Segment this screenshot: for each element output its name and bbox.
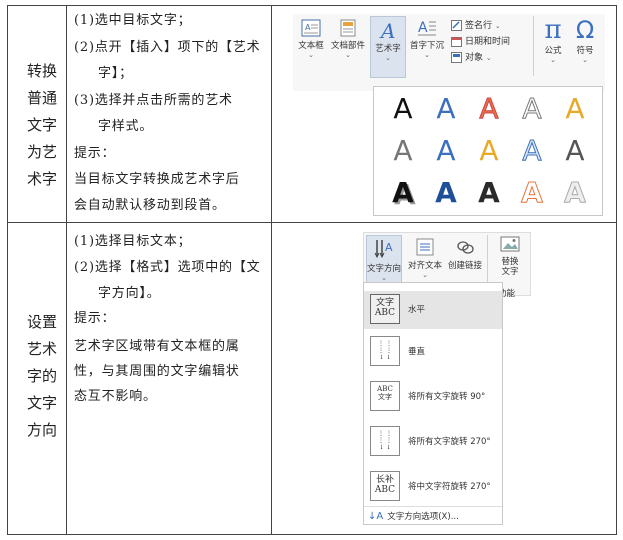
column-divider-2 [271,6,272,534]
textbox-icon: A [301,19,321,37]
document-table: 转换 普通 文字 为艺 术字 (1)选中目标文字； (2)点开【插入】项下的【艺… [7,5,617,535]
wordart-style-13[interactable]: A [474,175,504,211]
wordart-button[interactable]: A 艺术字 ⌄ [370,16,406,78]
chevron-down-icon: ⌄ [381,274,387,282]
row-divider [8,222,616,223]
menu-item-rotate-90[interactable]: ABC 文字 将所有文字旋转 90° [364,378,502,416]
menu-item-horizontal[interactable]: 文字 ABC 水平 [364,291,502,329]
hint-label: 提示： [74,311,116,326]
step-2: (2)点开【插入】项下的【艺术 [74,40,261,55]
drop-cap-icon: A [418,20,436,36]
rotate-270-icon: ⋮ ⋮ ⋮ ⋮ ↓ ↓ [370,426,400,456]
pi-icon: π [544,15,562,45]
wordart-style-2[interactable]: A [431,91,461,127]
step-2: (2)选择【格式】选项中的【文 [74,260,261,275]
svg-text:A: A [418,20,428,36]
chevron-down-icon: ⌄ [582,56,588,64]
docparts-button[interactable]: 文档部件 ⌄ [329,19,367,59]
link-icon [457,241,474,254]
datetime-button[interactable]: 日期和时间 [451,34,510,47]
chevron-down-icon: ⌄ [494,22,501,30]
wordart-style-6[interactable]: A [388,133,418,169]
wordart-style-7[interactable]: A [431,133,461,169]
wordart-style-5[interactable]: A [560,91,590,127]
wordart-icon: A [379,20,395,40]
menu-item-rotate-270[interactable]: ⋮ ⋮ ⋮ ⋮ ↓ ↓ 将所有文字旋转 270° [364,423,502,461]
svg-text:A: A [385,241,393,254]
wordart-style-14[interactable]: A [517,175,547,211]
align-text-icon [416,238,434,256]
signature-icon [451,20,462,31]
text-direction-options-icon: ↓A [368,511,384,522]
dropcap-button[interactable]: A 首字下沉 ⌄ [408,19,446,59]
vertical-text-icon: ⋮ ⋮ ⋮ ⋮ ↓ ↓ [370,336,400,366]
alt-text-button[interactable]: 替换 文字 [492,235,528,277]
hint-text-2: 性，与其周围的文字编辑状 [74,364,240,379]
group-divider [533,16,534,76]
wordart-style-10[interactable]: A [560,133,590,169]
equation-button[interactable]: π 公式 ⌄ [539,16,567,64]
object-button[interactable]: 对象 ⌄ [451,50,492,63]
signature-line-button[interactable]: 签名行 ⌄ [451,18,501,31]
hint-text-1: 当目标文字转换成艺术字后 [74,172,240,187]
calendar-icon [451,37,462,47]
svg-text:A: A [379,20,395,40]
textbox-button[interactable]: A 文本框 ⌄ [295,19,327,59]
chevron-down-icon: ⌄ [308,51,314,59]
chevron-down-icon: ⌄ [422,271,428,279]
chevron-down-icon: ⌄ [424,51,430,59]
chevron-down-icon: ⌄ [485,54,492,62]
wordart-style-4[interactable]: A [517,91,547,127]
menu-item-options[interactable]: ↓A 文字方向选项(X)... [368,510,459,522]
svg-text:A: A [305,23,311,32]
wordart-style-1[interactable]: A [388,91,418,127]
rotate-90-icon: ABC 文字 [370,381,400,411]
wordart-style-8[interactable]: A [474,133,504,169]
align-text-button[interactable]: 对齐文本 ⌄ [406,237,444,279]
step-3: (3)选择并点击所需的艺术 [74,93,233,108]
chevron-down-icon: ⌄ [550,56,556,64]
step-2-cont: 字】； [98,66,133,81]
wordart-style-9[interactable]: A [517,133,547,169]
horizontal-text-icon: 文字 ABC [370,294,400,324]
step-1: (1)选中目标文字； [74,13,192,28]
wordart-style-15[interactable]: A [560,175,590,211]
omega-icon: Ω [575,16,595,44]
step-1: (1)选择目标文本； [74,234,192,249]
insert-ribbon-screenshot: A 文本框 ⌄ 文档部件 ⌄ A 艺术字 ⌄ A 首字下沉 ⌄ 签名行 ⌄ 日期… [293,14,605,91]
text-direction-menu: 文字 ABC 水平 ⋮ ⋮ ⋮ ⋮ ↓ ↓ 垂直 ABC 文字 将所有文字旋转 90° … [363,282,503,525]
wordart-style-gallery: AAAAAAAAAAAAAAA [373,86,603,216]
menu-divider [364,506,502,507]
create-link-button[interactable]: 创建链接 [446,237,484,271]
chevron-down-icon: ⌄ [385,54,391,62]
stacked-text-icon: 长补 ABC [370,471,400,501]
document-parts-icon [340,19,356,37]
wordart-style-12[interactable]: A [431,175,461,211]
menu-item-vertical[interactable]: ⋮ ⋮ ⋮ ⋮ ↓ ↓ 垂直 [364,333,502,371]
alt-text-icon [500,236,520,252]
chevron-down-icon: ⌄ [345,51,351,59]
hint-text-2: 会自动默认移动到段首。 [74,198,226,213]
step-3-cont: 字样式。 [98,119,154,134]
text-direction-icon: A [374,240,393,259]
hint-label: 提示： [74,146,116,161]
symbol-button[interactable]: Ω 符号 ⌄ [571,16,599,64]
menu-item-stack-270[interactable]: 长补 ABC 将中文字符旋转 270° [364,468,502,506]
hint-text-3: 态互不影响。 [74,389,157,404]
wordart-style-3[interactable]: A [474,91,504,127]
hint-text-1: 艺术字区域带有文本框的属 [74,339,240,354]
wordart-style-11[interactable]: A [388,175,418,211]
step-2-cont: 字方向】。 [98,286,161,301]
object-icon [451,52,462,63]
